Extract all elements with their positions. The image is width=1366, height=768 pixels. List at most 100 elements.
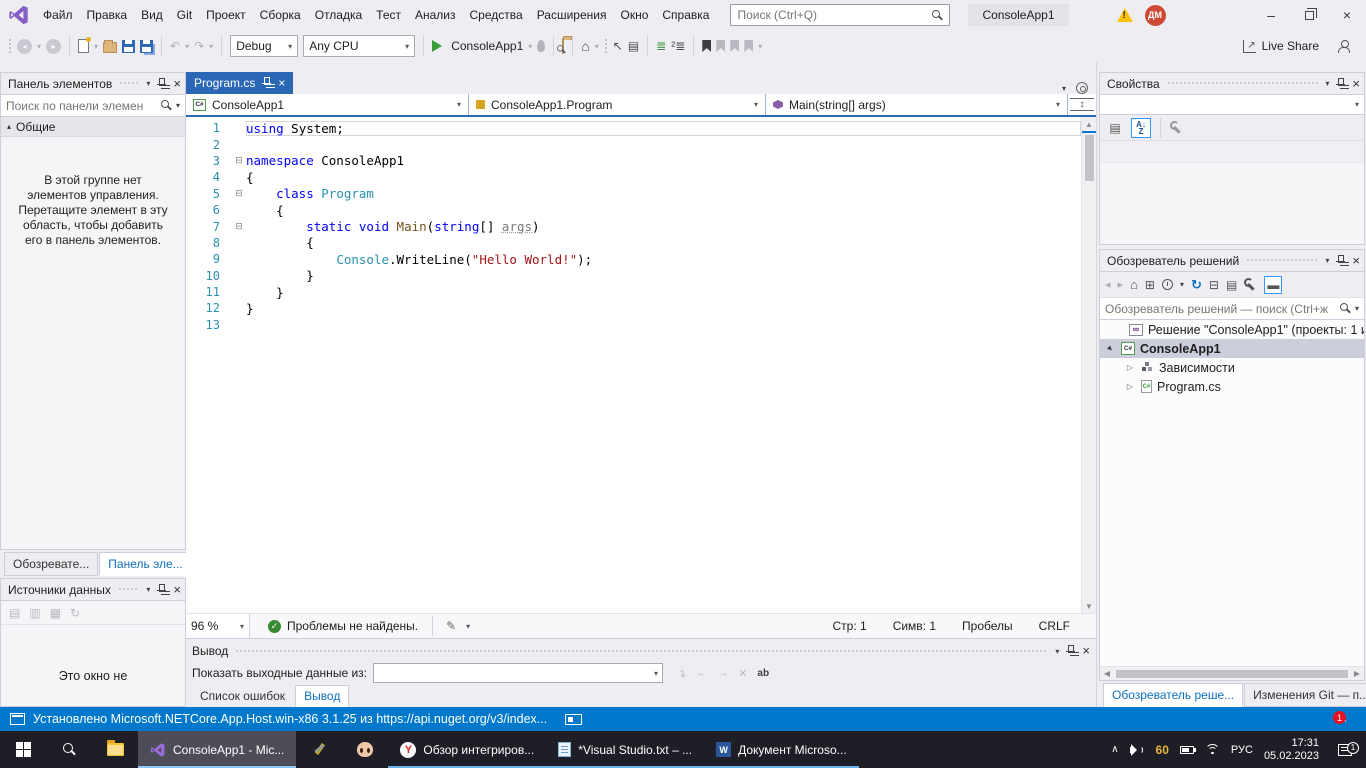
code-line-6[interactable]: 6 { [186, 202, 1081, 218]
navigate-forward-button[interactable]: ▸ [46, 39, 61, 54]
edit-data-source-icon[interactable]: ▦ [50, 606, 61, 620]
forward-icon[interactable]: ▸ [1118, 278, 1124, 291]
redo-dropdown-icon[interactable]: ▾ [209, 42, 213, 51]
tree-expander-icon[interactable]: ▷ [1124, 363, 1136, 372]
code-text[interactable]: { [246, 203, 1081, 218]
save-icon[interactable] [122, 40, 135, 53]
alphabetical-sort-icon[interactable]: A↓Z [1131, 118, 1151, 138]
menu-item-сборка[interactable]: Сборка [253, 3, 308, 27]
window-position-icon[interactable]: ▾ [146, 79, 150, 88]
code-text[interactable]: } [246, 301, 1081, 316]
search-icon[interactable] [932, 10, 943, 21]
previous-message-icon[interactable]: ← [696, 667, 707, 679]
properties-object-dropdown[interactable]: ▾ [1100, 95, 1364, 115]
project-dropdown[interactable]: C# ConsoleApp1 ▾ [186, 94, 469, 115]
volume-icon[interactable] [1130, 744, 1145, 756]
tree-item[interactable]: ▼C#ConsoleApp1 [1100, 339, 1364, 358]
user-avatar[interactable]: ДМ [1145, 5, 1166, 26]
home-dropdown-icon[interactable]: ▾ [595, 42, 599, 51]
search-icon[interactable] [1340, 303, 1351, 314]
action-center-button[interactable]: 1 [1330, 744, 1360, 756]
tray-expand-icon[interactable]: ∧ [1111, 744, 1118, 755]
save-all-icon[interactable] [140, 40, 153, 53]
live-share-button[interactable]: ↗ Live Share [1243, 39, 1319, 53]
properties-wrench-icon[interactable] [1244, 278, 1257, 291]
scroll-down-icon[interactable]: ▼ [1085, 599, 1093, 613]
word-wrap-icon[interactable]: ab [757, 668, 769, 679]
switch-views-icon[interactable]: ⊞ [1145, 278, 1155, 292]
code-line-3[interactable]: 3⊟namespace ConsoleApp1 [186, 153, 1081, 169]
toolbox-search-input[interactable] [6, 99, 157, 113]
preview-selected-items-icon[interactable]: ▬ [1264, 276, 1282, 294]
panel-drag-handle[interactable] [235, 649, 1048, 654]
tree-item[interactable]: ▷Зависимости [1100, 358, 1364, 377]
open-file-icon[interactable] [103, 42, 117, 53]
previous-bookmark-icon[interactable] [716, 40, 725, 52]
window-position-icon[interactable]: ▾ [1055, 647, 1059, 656]
add-data-source-icon[interactable]: ▤ [9, 606, 20, 620]
data-sources-title-bar[interactable]: Источники данных ▾ × [1, 579, 185, 601]
toolbar-grip[interactable] [604, 38, 608, 54]
taskbar-word-button[interactable]: W Документ Microso... [704, 731, 859, 768]
quick-search-input[interactable] [737, 8, 926, 22]
sort-lines-icon[interactable]: ²≣ [671, 39, 685, 53]
close-icon[interactable]: × [173, 79, 181, 89]
toggle-bookmark-icon[interactable] [702, 40, 711, 52]
code-line-11[interactable]: 11 } [186, 284, 1081, 300]
member-dropdown[interactable]: Main(string[] args) ▾ [766, 94, 1068, 115]
panel-drag-handle[interactable] [1167, 81, 1319, 86]
tab-git-changes[interactable]: Изменения Git — п... [1244, 683, 1366, 707]
spaces-indicator[interactable]: Пробелы [962, 619, 1013, 633]
code-line-1[interactable]: 1using System; [186, 120, 1081, 136]
file-explorer-button[interactable] [92, 731, 138, 768]
battery-icon[interactable] [1180, 746, 1194, 754]
menu-item-git[interactable]: Git [170, 3, 199, 27]
menu-item-проект[interactable]: Проект [199, 3, 253, 27]
start-debugging-label[interactable]: ConsoleApp1 [451, 39, 523, 53]
start-debugging-icon[interactable] [432, 40, 442, 52]
categorized-view-icon[interactable]: ▤ [1105, 118, 1125, 138]
chevron-down-icon[interactable]: ▾ [1355, 304, 1359, 313]
scroll-right-icon[interactable]: ▶ [1350, 669, 1364, 678]
pending-changes-filter-icon[interactable] [1162, 279, 1173, 290]
window-position-icon[interactable]: ▾ [1325, 256, 1329, 265]
menu-item-расширения[interactable]: Расширения [530, 3, 614, 27]
undo-dropdown-icon[interactable]: ▾ [185, 42, 189, 51]
tab-solution-explorer[interactable]: Обозревате... [4, 552, 98, 576]
pin-icon[interactable] [262, 77, 271, 89]
sync-with-active-document-icon[interactable]: ↻ [1191, 277, 1202, 293]
chevron-down-icon[interactable]: ▾ [176, 101, 180, 110]
line-indicator[interactable]: Стр: 1 [833, 619, 867, 633]
code-line-13[interactable]: 13 [186, 317, 1081, 333]
code-line-2[interactable]: 2 [186, 136, 1081, 152]
code-line-8[interactable]: 8 { [186, 235, 1081, 251]
code-text[interactable]: namespace ConsoleApp1 [246, 153, 1081, 168]
battery-percent[interactable]: 60 [1156, 743, 1169, 757]
quick-search-box[interactable] [730, 4, 950, 26]
taskbar-notepad-button[interactable]: *Visual Studio.txt – ... [546, 731, 704, 768]
output-title-bar[interactable]: Вывод ▾ × [192, 641, 1090, 661]
close-icon[interactable]: × [173, 585, 181, 595]
code-text[interactable]: } [246, 268, 1081, 283]
refresh-icon[interactable]: ↻ [70, 606, 80, 620]
clear-bookmarks-icon[interactable] [744, 40, 753, 52]
pin-icon[interactable] [157, 584, 166, 596]
notification-text[interactable]: Установлено Microsoft.NETCore.App.Host.w… [33, 712, 547, 726]
new-file-dropdown-icon[interactable]: ▾ [94, 42, 98, 51]
scrollbar-thumb[interactable] [1085, 135, 1094, 181]
select-element-cursor-icon[interactable]: ↖ [613, 39, 623, 53]
search-icon[interactable] [161, 100, 172, 111]
tree-item[interactable]: ▷C#Program.cs [1100, 377, 1364, 396]
back-icon[interactable]: ◂ [1105, 278, 1111, 291]
configure-data-source-icon[interactable]: ▥ [29, 606, 40, 620]
clear-all-icon[interactable]: ✕ [738, 667, 747, 680]
code-line-7[interactable]: 7⊟ static void Main(string[] args) [186, 218, 1081, 234]
menu-item-вид[interactable]: Вид [134, 3, 170, 27]
output-window-icon[interactable] [10, 713, 25, 725]
language-indicator[interactable]: РУС [1231, 744, 1253, 756]
indent-guides-icon[interactable]: ≣ [656, 39, 666, 53]
code-text[interactable]: class Program [246, 186, 1081, 201]
panel-drag-handle[interactable] [1246, 258, 1318, 263]
code-text[interactable]: Console.WriteLine("Hello World!"); [246, 252, 1081, 267]
tab-output[interactable]: Вывод [295, 685, 349, 707]
